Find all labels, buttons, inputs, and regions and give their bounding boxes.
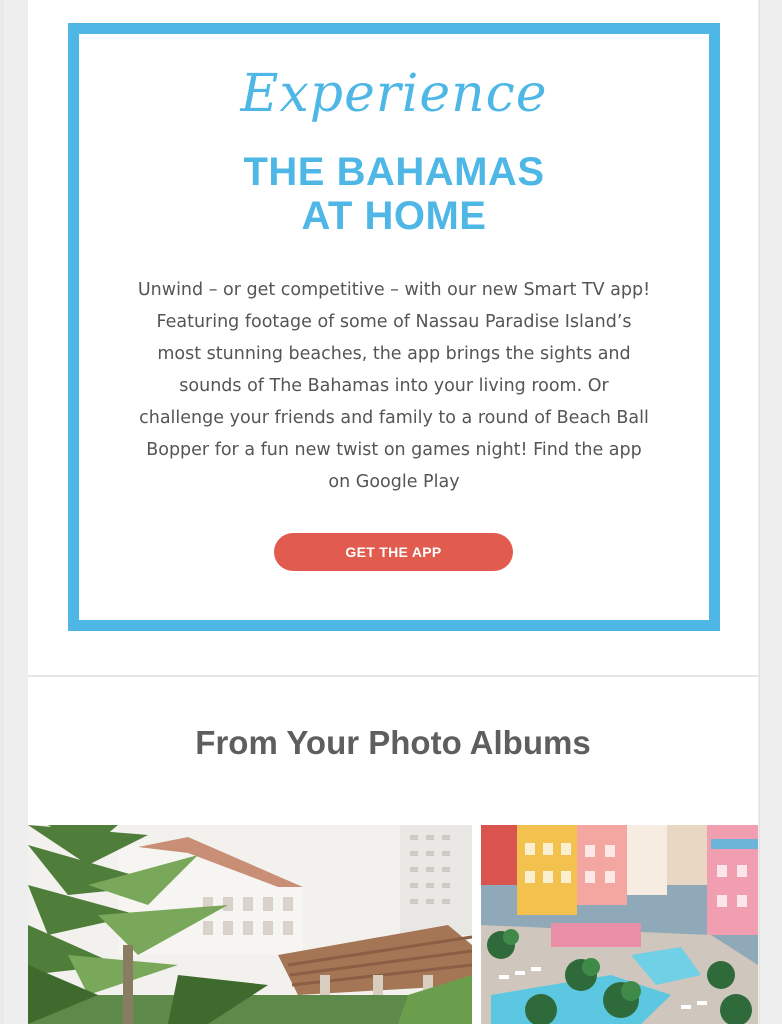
right-scroll-gutter xyxy=(759,0,782,1024)
resort-palms-photo-art xyxy=(28,825,472,1024)
headline-line-2: AT HOME xyxy=(301,194,487,238)
email-content-column: Experience THE BAHAMAS AT HOME Unwind – … xyxy=(28,0,758,1024)
section-divider xyxy=(28,675,758,677)
promo-frame: Experience THE BAHAMAS AT HOME Unwind – … xyxy=(68,23,720,631)
resort-palms-photo[interactable] xyxy=(28,825,472,1024)
headline-line-1: THE BAHAMAS xyxy=(243,150,545,194)
promo-headline: THE BAHAMAS AT HOME xyxy=(79,150,709,238)
script-title: Experience xyxy=(240,64,548,124)
promo-section: Experience THE BAHAMAS AT HOME Unwind – … xyxy=(28,0,758,676)
promo-body-text: Unwind – or get competitive – with our n… xyxy=(137,280,651,492)
left-gutter xyxy=(0,0,4,1024)
albums-heading: From Your Photo Albums xyxy=(195,724,591,761)
colorful-resort-pool-photo-art xyxy=(481,825,758,1024)
colorful-resort-pool-photo[interactable] xyxy=(481,825,758,1024)
get-the-app-button[interactable]: GET THE APP xyxy=(274,533,513,571)
